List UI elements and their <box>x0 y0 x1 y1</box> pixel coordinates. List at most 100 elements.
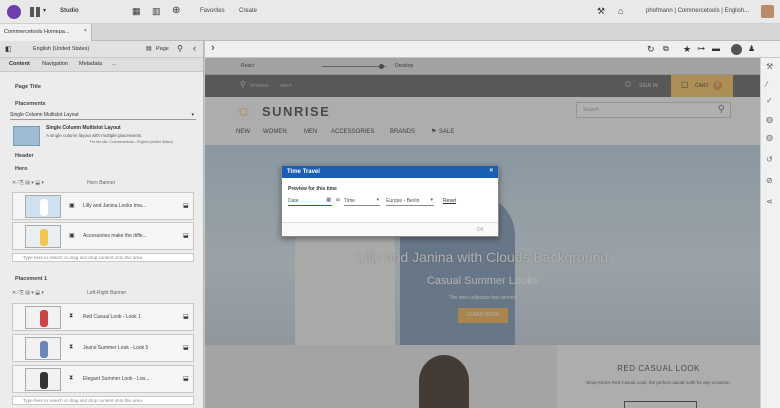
item-menu-icon[interactable]: ⬓ <box>183 232 189 239</box>
crosshair-icon[interactable]: ⊕ <box>172 5 180 16</box>
ok-button[interactable]: OK <box>477 227 484 233</box>
item-thumbnail <box>25 337 61 360</box>
favorites-menu[interactable]: Favorites <box>200 8 225 14</box>
toolbar-icons[interactable]: ✕ ⁄ ⎘ ▤ ▾ ⬓ ▾ <box>12 290 44 296</box>
item-label: Accessories make the diffe... <box>83 233 147 239</box>
app-logo-icon[interactable] <box>7 5 21 19</box>
brush-icon[interactable]: ⁄ <box>766 80 767 89</box>
user-info[interactable]: phofmann | Commercetools | English... <box>646 8 749 14</box>
dialog-title: Time Travel <box>287 169 320 175</box>
create-menu[interactable]: Create <box>239 8 257 14</box>
library-icon[interactable]: ▥ <box>152 6 161 17</box>
share-icon[interactable]: ⋖ <box>766 197 773 206</box>
image-icon: ▣ <box>69 233 75 239</box>
page-icon: ▤ <box>146 46 152 52</box>
app-name: Studio <box>60 8 79 14</box>
file-icon: ⧗ <box>69 344 74 350</box>
device-icon[interactable]: ▬ <box>712 44 720 53</box>
apps-grid-icon[interactable] <box>30 7 40 17</box>
chevron-down-icon[interactable]: ▾ <box>43 7 46 14</box>
item-label: Lilly and Janina Looks Ima... <box>83 203 147 209</box>
item-menu-icon[interactable]: ⬓ <box>183 313 189 320</box>
tab-label: Commercetools Homepa... <box>4 29 70 35</box>
tab-homepage[interactable]: Commercetools Homepa... × <box>0 24 92 41</box>
time-travel-icon[interactable] <box>731 44 742 55</box>
layout-icon[interactable]: ◧ <box>5 45 12 53</box>
wand-icon[interactable]: ⚒ <box>766 62 773 71</box>
item-menu-icon[interactable]: ⬓ <box>183 344 189 351</box>
item-label: Jeans Summer Look - Look 5 <box>83 345 149 351</box>
toolbar-icons[interactable]: ✕ ⁄ ⎘ ▤ ▾ ⬓ ▾ <box>12 180 44 186</box>
hero-section[interactable]: Hero <box>15 166 28 172</box>
image-icon: ▣ <box>69 203 75 209</box>
item-menu-icon[interactable]: ⬓ <box>183 202 189 209</box>
reload-icon[interactable]: ↻ <box>647 44 655 55</box>
item-label: Elegant Summer Look - Loo... <box>83 376 150 382</box>
list-item[interactable]: ▣ Accessories make the diffe... ⬓ <box>12 222 194 250</box>
dropzone[interactable]: Type here to search or drag and drop con… <box>12 396 194 405</box>
placements-section[interactable]: Placements <box>15 101 46 107</box>
placement-type[interactable]: Left-Right Banner <box>87 290 126 296</box>
item-menu-icon[interactable]: ⬓ <box>183 375 189 382</box>
expand-panel-icon[interactable]: › <box>211 42 215 54</box>
page-title-section[interactable]: Page Title <box>15 84 41 90</box>
notification-icon[interactable]: ⌂ <box>618 6 623 16</box>
locale-label[interactable]: English (United States) <box>33 46 89 52</box>
panel-subtabs: Content Navigation Metadata ... <box>0 58 203 72</box>
chevron-down-icon: ▾ <box>430 197 433 203</box>
hero-toolbar: ✕ ⁄ ⎘ ▤ ▾ ⬓ ▾ Hero Banner <box>12 180 194 188</box>
list-item[interactable]: ⧗ Jeans Summer Look - Look 5 ⬓ <box>12 334 194 362</box>
user-preview-icon[interactable]: ♟ <box>748 44 755 53</box>
list-item[interactable]: ▣ Lilly and Janina Looks Ima... ⬓ <box>12 192 194 220</box>
file-icon: ⧗ <box>69 313 74 319</box>
layout-site: For the site: Commercetools - English (U… <box>90 140 173 144</box>
time-placeholder: Time <box>344 198 355 204</box>
dialog-titlebar: Time Travel × <box>282 166 498 178</box>
globe-icon[interactable]: ◍ <box>766 115 773 124</box>
history-icon[interactable]: ↺ <box>766 155 773 164</box>
check-icon[interactable]: ✓ <box>766 96 773 105</box>
pin-icon[interactable]: ⚲ <box>177 44 183 53</box>
preview-time-label: Preview for this time <box>288 186 337 192</box>
close-icon[interactable]: × <box>489 168 493 174</box>
item-thumbnail <box>25 306 61 329</box>
tab-more[interactable]: ... <box>112 61 117 67</box>
panel-header: ◧ English (United States) ▤ Page ⚲ ‹ <box>0 41 203 58</box>
dropzone[interactable]: Type here to search or drag and drop con… <box>12 253 194 262</box>
list-item[interactable]: ⧗ Red Casual Look - Look 1 ⬓ <box>12 303 194 331</box>
layout-title: Single Column Multislot Layout <box>46 125 121 131</box>
calendar-icon[interactable]: ▦ <box>326 197 331 203</box>
date-field[interactable]: Date ▦ <box>288 197 332 206</box>
timezone-select[interactable]: Europe - Berlin ▾ <box>386 197 434 206</box>
header-section[interactable]: Header <box>15 153 34 159</box>
compare-icon[interactable]: ⊘ <box>766 176 773 185</box>
avatar[interactable] <box>761 5 774 18</box>
date-placeholder: Date <box>288 198 299 204</box>
placement-toolbar: ✕ ⁄ ⎘ ▤ ▾ ⬓ ▾ Left-Right Banner <box>12 290 194 298</box>
close-icon[interactable]: × <box>84 28 87 34</box>
layout-thumbnail <box>13 126 40 146</box>
tab-bar: Commercetools Homepa... × <box>0 24 780 41</box>
list-item[interactable]: ⧗ Elegant Summer Look - Loo... ⬓ <box>12 365 194 393</box>
layout-select[interactable]: Single Column Multislot Layout ▾ <box>10 111 196 120</box>
globe-alt-icon[interactable]: ◍ <box>766 133 773 142</box>
hero-type[interactable]: Hero Banner <box>87 180 115 186</box>
item-thumbnail <box>25 195 61 218</box>
right-sidebar: ⚒ ⁄ ✓ ◍ ◍ ↺ ⊘ ⋖ <box>760 58 780 408</box>
star-icon[interactable]: ★ <box>683 44 691 55</box>
reset-link[interactable]: Reset <box>443 198 456 204</box>
grid-icon[interactable]: ▦ <box>132 6 141 17</box>
tab-content[interactable]: Content <box>9 61 30 67</box>
external-icon[interactable]: ⧉ <box>663 44 669 54</box>
file-icon: ⧗ <box>69 375 74 381</box>
collapse-panel-icon[interactable]: ‹ <box>193 43 196 53</box>
time-field[interactable]: Time ▾ <box>344 197 380 206</box>
preview-toolbar: › ↻ ⧉ ★ ⊶ ▬ ♟ <box>205 41 780 58</box>
tab-metadata[interactable]: Metadata <box>79 61 102 67</box>
tab-navigation[interactable]: Navigation <box>42 61 68 67</box>
wrench-icon[interactable]: ⚒ <box>597 6 605 17</box>
placement-1-section[interactable]: Placement 1 <box>15 276 47 282</box>
top-bar: ▾ Studio ▦ ▥ ⊕ Favorites Create ⚒ ⌂ phof… <box>0 0 780 24</box>
tree-icon[interactable]: ⊶ <box>697 44 705 53</box>
time-travel-dialog: Time Travel × Preview for this time Date… <box>281 165 499 237</box>
